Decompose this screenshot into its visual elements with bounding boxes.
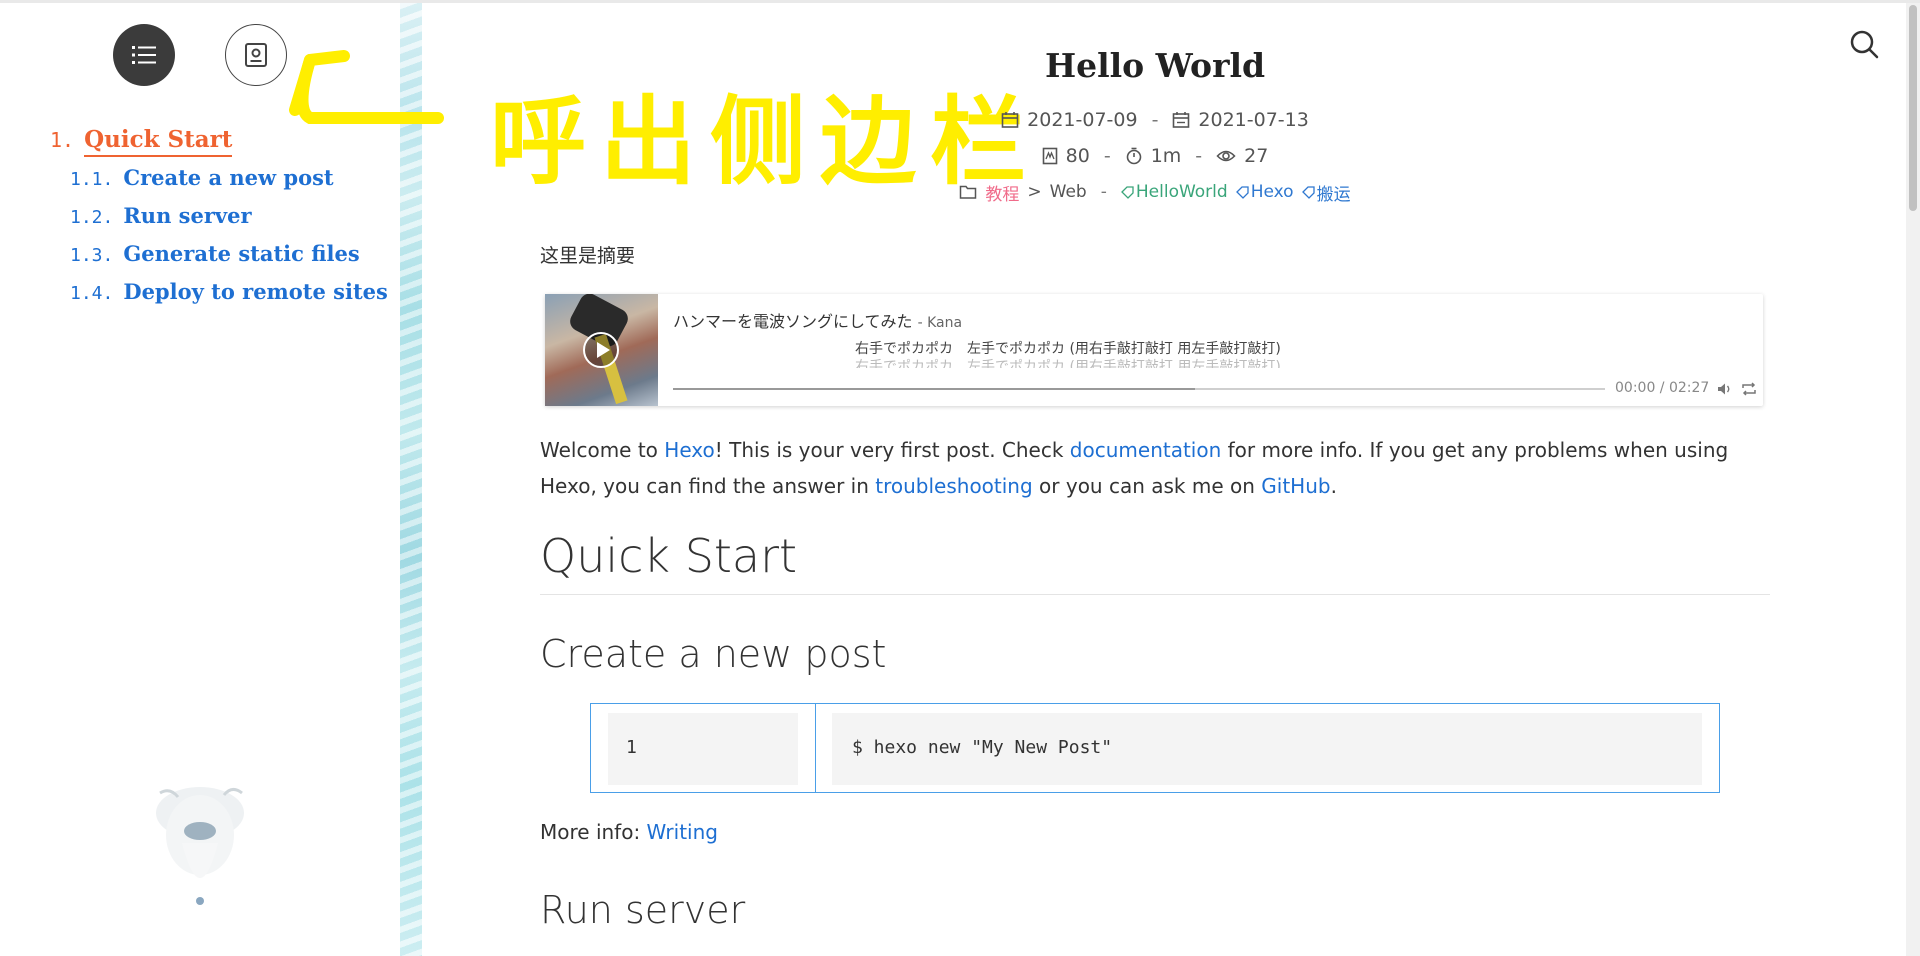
category-separator: > bbox=[1027, 182, 1042, 202]
toc-number: 1.2. bbox=[70, 207, 114, 228]
code-divider bbox=[815, 704, 816, 792]
music-player: ハンマーを電波ソングにしてみた - Kana 右手でポカポカ 左手でポカポカ (… bbox=[545, 294, 1763, 406]
word-count: 80 bbox=[1065, 145, 1090, 167]
intro-text: ! This is your very first post. Check bbox=[714, 438, 1070, 462]
tag-link[interactable]: Hexo bbox=[1235, 182, 1294, 202]
scrollbar-thumb[interactable] bbox=[1909, 5, 1917, 211]
play-button[interactable] bbox=[583, 332, 619, 368]
toc-label: Run server bbox=[123, 203, 252, 228]
post-taxonomy: 教程 > Web - HelloWorld Hexo 搬运 bbox=[422, 174, 1888, 210]
documentation-link[interactable]: documentation bbox=[1070, 438, 1221, 462]
heading-quick-start: Quick Start bbox=[540, 528, 1770, 595]
tag-label: HelloWorld bbox=[1135, 182, 1228, 202]
page-scrollbar[interactable] bbox=[1906, 3, 1920, 956]
toc-number: 1. bbox=[50, 128, 75, 152]
timer-icon bbox=[1126, 147, 1141, 165]
intro-text: Welcome to bbox=[540, 438, 665, 462]
writing-link[interactable]: Writing bbox=[647, 820, 718, 844]
profile-card-icon bbox=[245, 43, 267, 67]
heading-create-post: Create a new post bbox=[540, 632, 887, 676]
view-count: 27 bbox=[1244, 145, 1269, 167]
meta-separator: - bbox=[1103, 145, 1111, 167]
tag-icon bbox=[1120, 185, 1134, 199]
sidebar: 1. Quick Start 1.1. Create a new post 1.2.… bbox=[0, 3, 400, 956]
intro-text: . bbox=[1330, 474, 1337, 498]
line-number: 1 bbox=[626, 737, 637, 758]
toc-item-deploy[interactable]: 1.4. Deploy to remote sites bbox=[50, 273, 388, 311]
post-dates: 2021-07-09 - 2021-07-13 bbox=[422, 102, 1888, 138]
toc-item-run-server[interactable]: 1.2. Run server bbox=[50, 197, 388, 235]
toc-item-quick-start[interactable]: 1. Quick Start bbox=[50, 121, 388, 159]
toc-label: Quick Start bbox=[84, 126, 233, 157]
toc-label: Generate static files bbox=[123, 241, 360, 266]
heading-run-server: Run server bbox=[540, 888, 746, 932]
lyric-next: 右手でポカポカ 左手でポカポカ (用右手敲打敲打 用左手敲打敲打) bbox=[855, 359, 1281, 368]
intro-text: or you can ask me on bbox=[1032, 474, 1262, 498]
progress-loaded bbox=[673, 388, 1195, 390]
song-info: ハンマーを電波ソングにしてみた - Kana bbox=[673, 308, 962, 332]
toc-item-create-post[interactable]: 1.1. Create a new post bbox=[50, 159, 388, 197]
subcategory-link[interactable]: Web bbox=[1050, 182, 1087, 202]
meta-separator: - bbox=[1195, 145, 1203, 167]
calendar-icon bbox=[1001, 112, 1019, 128]
toc-list: 1. Quick Start 1.1. Create a new post 1.2.… bbox=[50, 121, 388, 311]
category-link[interactable]: 教程 bbox=[985, 180, 1019, 205]
song-artist: - Kana bbox=[917, 315, 963, 331]
code-block: 1 $ hexo new "My New Post" bbox=[590, 703, 1720, 793]
read-time: 1m bbox=[1150, 145, 1182, 167]
toc-number: 1.4. bbox=[70, 283, 114, 304]
meta-separator: - bbox=[1151, 109, 1159, 131]
post-summary: 这里是摘要 bbox=[540, 245, 636, 267]
more-info: More info: Writing bbox=[540, 820, 718, 844]
word-count-icon bbox=[1042, 147, 1057, 165]
overview-toggle-button[interactable] bbox=[225, 24, 287, 86]
post-stats: 80 - 1m - 27 bbox=[422, 138, 1888, 174]
toc-label: Create a new post bbox=[123, 165, 334, 190]
meta-separator: - bbox=[1100, 182, 1107, 202]
volume-icon[interactable] bbox=[1717, 382, 1733, 396]
hexo-link[interactable]: Hexo bbox=[664, 438, 714, 462]
more-info-label: More info: bbox=[540, 820, 647, 844]
toc-number: 1.1. bbox=[70, 169, 114, 190]
article-body: 这里是摘要 ハンマーを電波ソングにしてみた - Kana 右手でポカポカ 左手で… bbox=[540, 244, 1770, 932]
tag-link[interactable]: 搬运 bbox=[1301, 180, 1351, 205]
album-cover bbox=[545, 294, 658, 406]
code-gutter: 1 bbox=[608, 713, 798, 785]
sidebar-edge-artwork bbox=[400, 3, 422, 956]
created-date: 2021-07-09 bbox=[1027, 109, 1138, 131]
toc-item-generate-static[interactable]: 1.3. Generate static files bbox=[50, 235, 388, 273]
eye-icon bbox=[1216, 150, 1236, 162]
code-content[interactable]: $ hexo new "My New Post" bbox=[832, 713, 1702, 785]
github-link[interactable]: GitHub bbox=[1261, 474, 1330, 498]
progress-bar[interactable] bbox=[673, 388, 1605, 390]
toc-toggle-button[interactable] bbox=[113, 24, 175, 86]
tag-icon bbox=[1301, 185, 1315, 199]
sidebar-illustration bbox=[156, 787, 244, 905]
toc-label: Deploy to remote sites bbox=[123, 279, 388, 304]
intro-paragraph: Welcome to Hexo! This is your very first… bbox=[540, 432, 1770, 504]
tag-label: 搬运 bbox=[1316, 184, 1351, 205]
list-icon bbox=[132, 46, 156, 64]
lyric-current: 右手でポカポカ 左手でポカポカ (用右手敲打敲打 用左手敲打敲打) bbox=[855, 341, 1281, 357]
toc-number: 1.3. bbox=[70, 245, 114, 266]
tag-label: Hexo bbox=[1250, 182, 1294, 202]
time-display: 00:00 / 02:27 bbox=[1615, 380, 1710, 396]
updated-date: 2021-07-13 bbox=[1198, 109, 1309, 131]
tag-icon bbox=[1235, 185, 1249, 199]
code-line: $ hexo new "My New Post" bbox=[852, 737, 1113, 758]
folder-icon bbox=[960, 185, 977, 199]
loop-icon[interactable] bbox=[1741, 382, 1757, 396]
song-title: ハンマーを電波ソングにしてみた bbox=[673, 312, 913, 331]
calendar-check-icon bbox=[1173, 112, 1190, 128]
troubleshooting-link[interactable]: troubleshooting bbox=[875, 474, 1032, 498]
post-header: Hello World 2021-07-09 - 2021-07-13 80 -… bbox=[422, 44, 1888, 210]
tag-link[interactable]: HelloWorld bbox=[1120, 182, 1228, 202]
post-title: Hello World bbox=[1044, 46, 1266, 85]
